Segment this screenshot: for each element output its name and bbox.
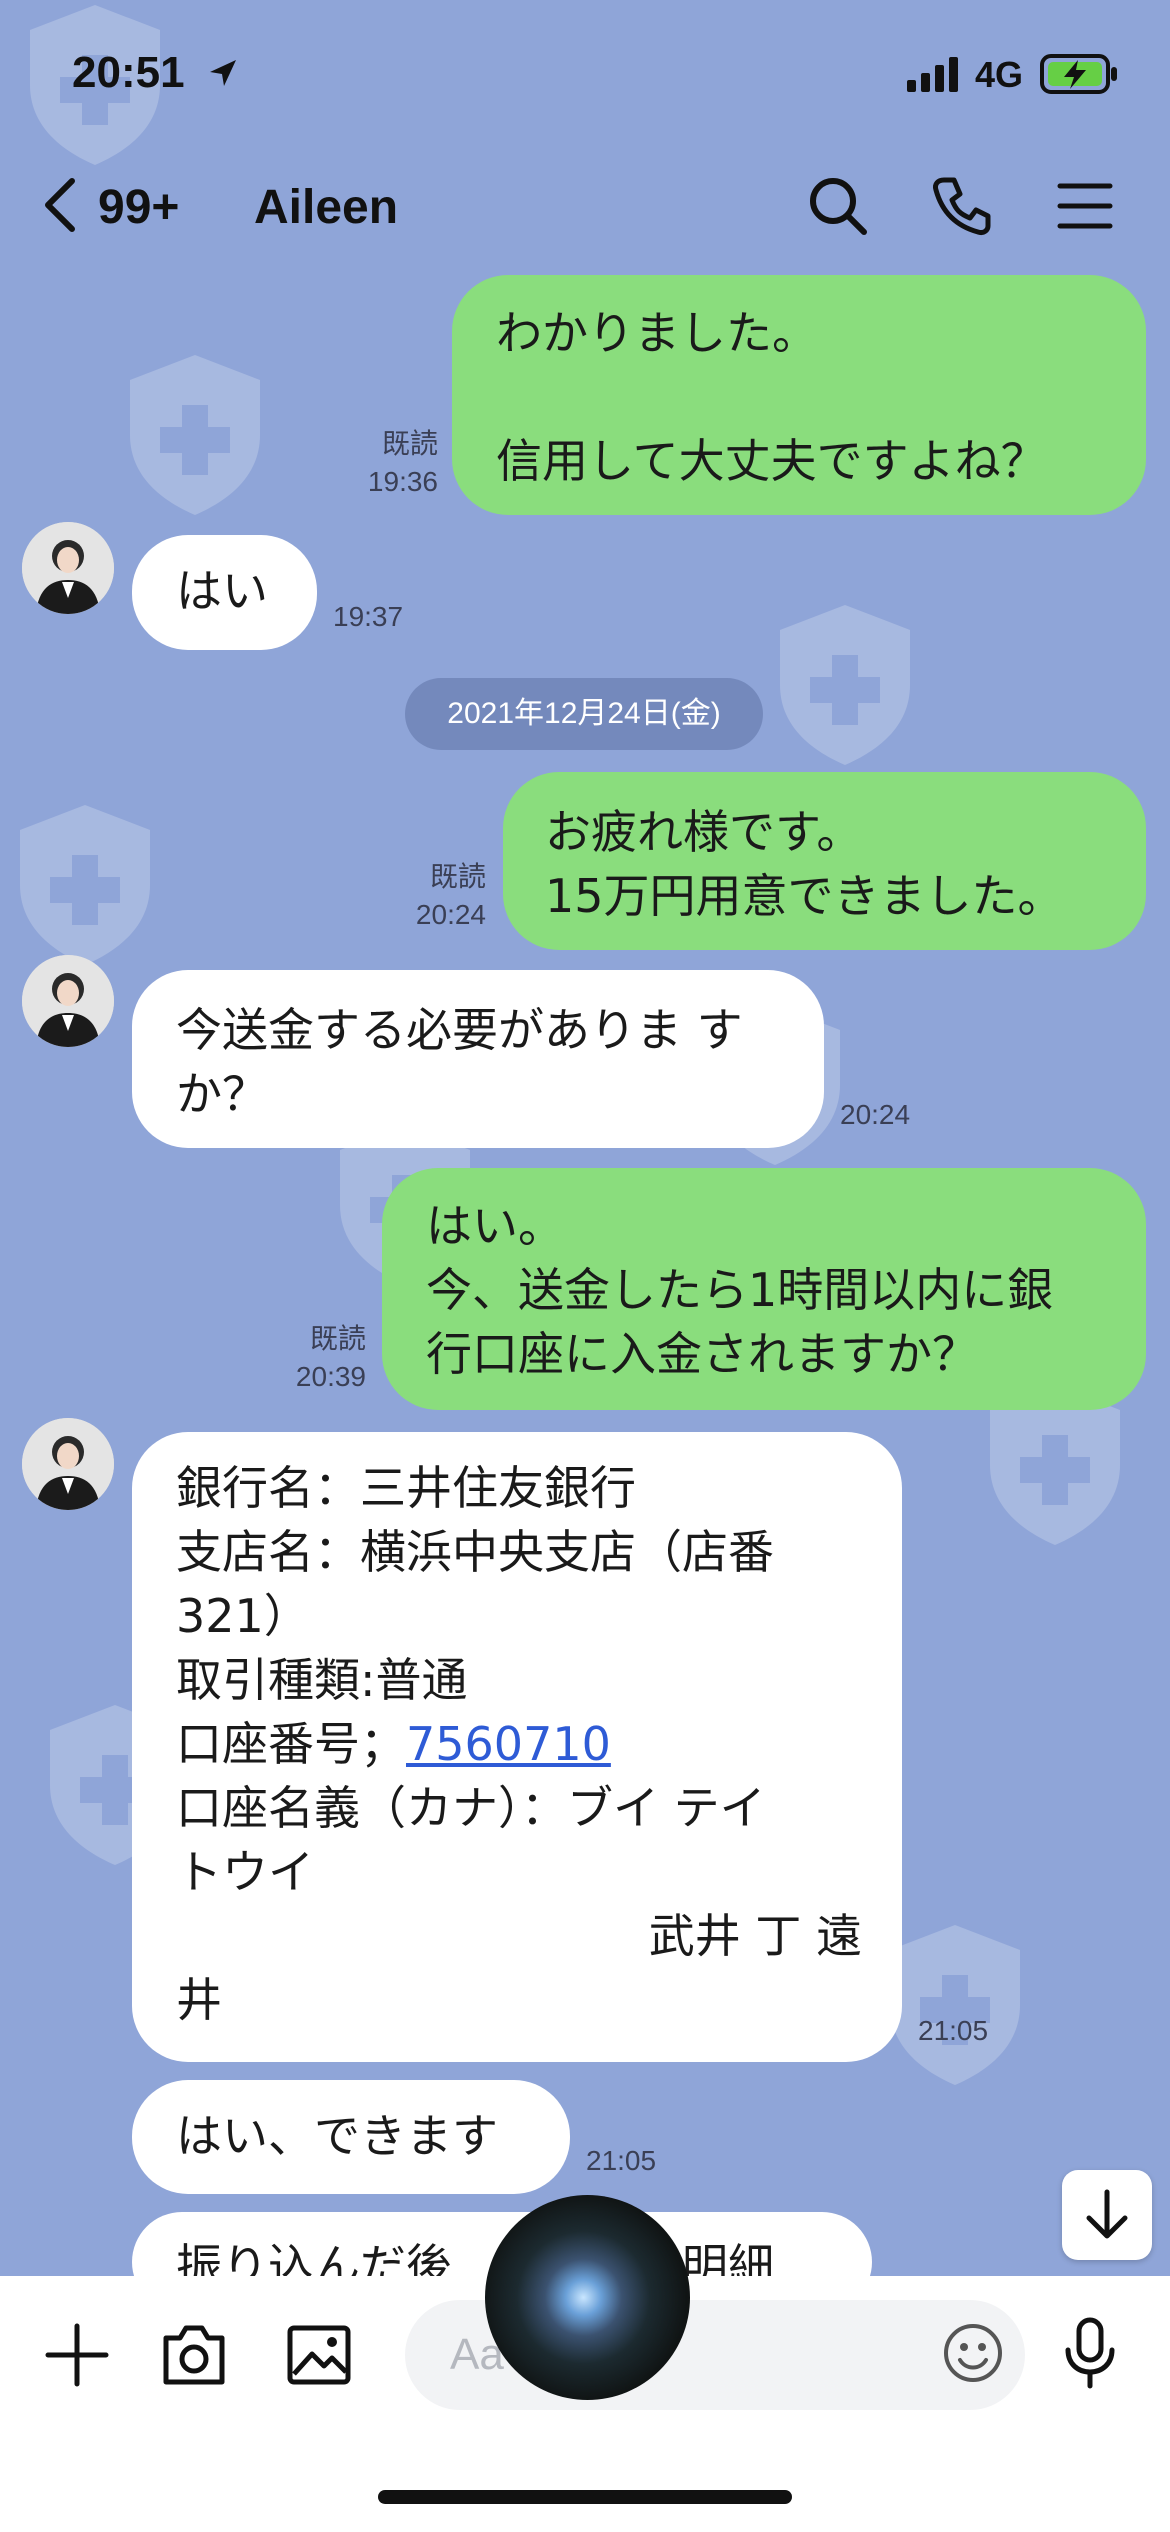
message-line <box>496 365 1146 429</box>
account-number-link[interactable]: 7560710 <box>406 1717 611 1771</box>
message-line: はい、できます <box>176 2109 498 2163</box>
message-line: はい <box>176 564 268 618</box>
microphone-icon[interactable] <box>1062 2316 1118 2392</box>
network-label: 4G <box>975 54 1024 95</box>
message-line: か？ <box>176 1067 268 1121</box>
message-bubble-outgoing[interactable]: わかりました。 信用して大丈夫ですよね？ <box>452 275 1146 515</box>
message-time: 20:24 <box>840 1099 911 1130</box>
camera-icon[interactable] <box>160 2322 228 2388</box>
message-bubble-outgoing[interactable]: はい。 今、送金したら1時間以内に銀 行口座に入金されますか？ <box>382 1168 1146 1410</box>
message-line: 井 <box>176 1973 222 2027</box>
message-line: お疲れ様です。 <box>545 805 863 859</box>
search-icon[interactable] <box>806 174 870 238</box>
message-line: 武井 丁 遠 <box>648 1909 862 1963</box>
message-meta: 既読 20:39 <box>258 1320 366 1396</box>
arrow-down-icon <box>1086 2189 1128 2239</box>
message-line: 取引種類:普通 <box>176 1653 468 1707</box>
avatar[interactable] <box>22 522 114 614</box>
status-time: 20:51 <box>72 48 185 97</box>
message-meta: 既読 20:24 <box>380 858 486 934</box>
watermark-shield-icon <box>890 1925 1020 2085</box>
unread-count[interactable]: 99+ <box>98 180 179 235</box>
menu-icon[interactable] <box>1056 180 1114 232</box>
avatar[interactable] <box>22 1418 114 1510</box>
plus-icon[interactable] <box>44 2322 110 2388</box>
message-bubble-incoming[interactable]: 銀行名：三井住友銀行 支店名：横浜中央支店（店番 321） 取引種類:普通 口座… <box>132 1432 902 2062</box>
location-arrow-icon <box>210 60 236 86</box>
message-line: 321） <box>176 1589 310 1643</box>
read-receipt: 既読 <box>309 1323 366 1354</box>
cellular-signal-icon <box>907 57 958 92</box>
message-line: 行口座に入金されますか？ <box>426 1327 978 1381</box>
message-line: 支店名：横浜中央支店（店番 <box>176 1525 774 1579</box>
watermark-shield-icon <box>780 605 910 765</box>
message-time: 19:37 <box>333 601 404 632</box>
status-bar: 20:51 4G <box>0 0 1170 150</box>
message-line: 口座番号；7560710 <box>176 1712 862 1776</box>
watermark-shield-icon <box>20 805 150 965</box>
avatar-icon <box>22 955 114 1047</box>
message-bubble-incoming[interactable]: はい、できます <box>132 2080 570 2194</box>
avatar-icon <box>22 1418 114 1510</box>
message-bubble-outgoing[interactable]: お疲れ様です。 15万円用意できました。 <box>503 772 1146 950</box>
avatar[interactable] <box>22 955 114 1047</box>
siri-orb <box>485 2195 690 2400</box>
message-bubble-incoming[interactable]: はい <box>132 535 317 650</box>
message-line: はい。 <box>426 1199 564 1253</box>
read-receipt: 既読 <box>381 428 438 459</box>
contact-name[interactable]: Aileen <box>254 180 398 235</box>
avatar-icon <box>22 522 114 614</box>
message-time: 19:36 <box>367 466 438 497</box>
read-receipt: 既読 <box>429 861 486 892</box>
home-indicator[interactable] <box>378 2490 792 2504</box>
scroll-to-bottom-button[interactable] <box>1062 2170 1152 2260</box>
watermark-shield-icon <box>130 355 260 515</box>
chevron-left-icon[interactable] <box>40 175 80 235</box>
message-line: 今送金する必要がありま す <box>176 1003 743 1057</box>
emoji-icon[interactable] <box>940 2320 1006 2386</box>
message-time: 21:05 <box>586 2145 657 2176</box>
message-line: わかりました。 <box>496 306 818 360</box>
message-time: 20:24 <box>415 899 486 930</box>
account-label: 口座番号； <box>176 1717 406 1771</box>
message-meta: 既読 19:36 <box>330 425 438 501</box>
message-line: 今、送金したら1時間以内に銀 <box>426 1263 1054 1317</box>
phone-icon[interactable] <box>930 174 994 238</box>
message-line: トウイ <box>176 1845 314 1899</box>
message-line: 銀行名：三井住友銀行 <box>176 1461 636 1515</box>
message-line: 信用して大丈夫ですよね？ <box>496 434 1047 488</box>
message-line: 口座名義（カナ）：ブイ テイ <box>176 1781 766 1835</box>
image-icon[interactable] <box>286 2322 352 2388</box>
message-time: 20:39 <box>295 1361 366 1392</box>
message-line: 15万円用意できました。 <box>545 869 1064 923</box>
date-divider: 2021年12月24日(金) <box>405 678 763 750</box>
message-time: 21:05 <box>918 2015 989 2046</box>
battery-charging-icon <box>1040 54 1117 94</box>
message-bubble-incoming[interactable]: 今送金する必要がありま す か？ <box>132 970 824 1148</box>
